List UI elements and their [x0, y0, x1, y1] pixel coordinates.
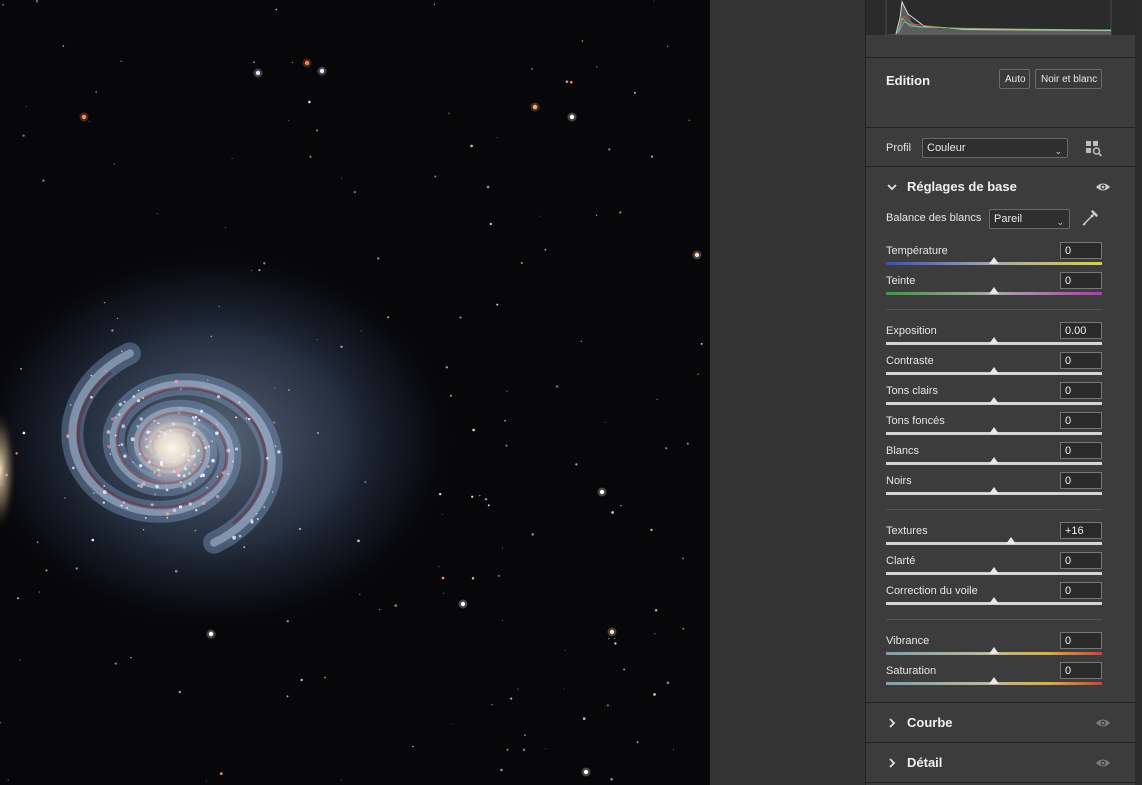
- slider-label: Blancs: [886, 445, 920, 457]
- eye-icon[interactable]: [1095, 717, 1111, 729]
- profile-select[interactable]: Couleur ⌄: [922, 138, 1068, 158]
- slider-teinte: Teinte 0: [886, 269, 1102, 299]
- slider-thumb[interactable]: [989, 457, 999, 464]
- photo-canvas[interactable]: [0, 0, 710, 785]
- slider-thumb[interactable]: [989, 367, 999, 374]
- slider-label: Température: [886, 245, 948, 257]
- edit-panel: Edition Auto Noir et blanc Profil Couleu…: [865, 0, 1142, 785]
- slider-label: Saturation: [886, 665, 937, 677]
- black-and-white-button[interactable]: Noir et blanc: [1035, 69, 1102, 89]
- slider-value-input[interactable]: 0: [1060, 412, 1102, 429]
- slider-thumb[interactable]: [989, 287, 999, 294]
- section-divider: [886, 509, 1102, 510]
- slider-tons-clairs: Tons clairs 0: [886, 379, 1102, 409]
- curve-section[interactable]: Courbe: [866, 703, 1136, 743]
- section-divider: [886, 309, 1102, 310]
- edit-section: Edition Auto Noir et blanc: [866, 57, 1136, 128]
- slider-label: Tons foncés: [886, 415, 945, 427]
- slider-thumb[interactable]: [989, 597, 999, 604]
- slider-value-input[interactable]: 0: [1060, 442, 1102, 459]
- basic-adjustments-title[interactable]: Réglages de base: [907, 179, 1017, 194]
- slider-thumb[interactable]: [989, 257, 999, 264]
- slider-label: Teinte: [886, 275, 916, 287]
- slider-thumb[interactable]: [989, 567, 999, 574]
- slider-label: Textures: [886, 525, 928, 537]
- profile-browser-icon[interactable]: [1085, 139, 1103, 157]
- slider-value-input[interactable]: 0: [1060, 242, 1102, 259]
- slider-value-input[interactable]: 0: [1060, 632, 1102, 649]
- slider-value-input[interactable]: 0.00: [1060, 322, 1102, 339]
- galaxy-photo: [0, 0, 710, 785]
- profile-label: Profil: [886, 142, 912, 154]
- slider-label: Noirs: [886, 475, 912, 487]
- slider-thumb[interactable]: [989, 397, 999, 404]
- white-balance-value: Pareil: [994, 213, 1023, 225]
- slider-value-input[interactable]: 0: [1060, 382, 1102, 399]
- curve-title[interactable]: Courbe: [907, 715, 953, 730]
- slider-value-input[interactable]: +16: [1060, 522, 1102, 539]
- slider-track[interactable]: [886, 542, 1102, 545]
- eye-icon[interactable]: [1095, 181, 1111, 193]
- chevron-down-icon[interactable]: [886, 181, 898, 193]
- slider-value-input[interactable]: 0: [1060, 352, 1102, 369]
- slider-clarte: Clarté 0: [886, 549, 1102, 579]
- slider-label: Vibrance: [886, 635, 930, 647]
- slider-thumb[interactable]: [989, 427, 999, 434]
- slider-thumb[interactable]: [1006, 537, 1017, 544]
- eye-icon[interactable]: [1095, 757, 1111, 769]
- slider-blancs: Blancs 0: [886, 439, 1102, 469]
- slider-value-input[interactable]: 0: [1060, 272, 1102, 289]
- slider-contraste: Contraste 0: [886, 349, 1102, 379]
- slider-correction-du-voile: Correction du voile 0: [886, 579, 1102, 609]
- slider-label: Tons clairs: [886, 385, 938, 397]
- slider-value-input[interactable]: 0: [1060, 472, 1102, 489]
- edit-title: Edition: [886, 73, 931, 88]
- chevron-right-icon[interactable]: [886, 757, 898, 769]
- histogram: [866, 0, 1136, 36]
- detail-section[interactable]: Détail: [866, 743, 1136, 783]
- slider-value-input[interactable]: 0: [1060, 552, 1102, 569]
- slider-thumb[interactable]: [989, 677, 999, 684]
- profile-select-value: Couleur: [927, 142, 966, 154]
- section-divider: [886, 619, 1102, 620]
- chevron-right-icon[interactable]: [886, 717, 898, 729]
- slider-label: Correction du voile: [886, 585, 978, 597]
- slider-thumb[interactable]: [989, 337, 999, 344]
- slider-label: Exposition: [886, 325, 937, 337]
- slider-noirs: Noirs 0: [886, 469, 1102, 499]
- slider-label: Contraste: [886, 355, 934, 367]
- profile-section: Profil Couleur ⌄: [866, 128, 1136, 167]
- slider-tons-fonces: Tons foncés 0: [886, 409, 1102, 439]
- slider-saturation: Saturation 0: [886, 659, 1102, 689]
- slider-value-input[interactable]: 0: [1060, 582, 1102, 599]
- panel-scrollbar[interactable]: [1135, 0, 1142, 785]
- white-balance-label: Balance des blancs: [886, 212, 982, 224]
- slider-textures: Textures +16: [886, 519, 1102, 549]
- slider-thumb[interactable]: [989, 647, 999, 654]
- canvas-gutter: [710, 0, 865, 785]
- white-balance-select[interactable]: Pareil ⌄: [989, 209, 1070, 229]
- histogram-info-strip: [866, 35, 1136, 58]
- eyedropper-icon[interactable]: [1080, 208, 1100, 228]
- slider-label: Clarté: [886, 555, 916, 567]
- chevron-down-icon: ⌄: [1056, 217, 1064, 227]
- slider-exposition: Exposition 0.00: [886, 319, 1102, 349]
- chevron-down-icon: ⌄: [1054, 146, 1062, 156]
- slider-temperature: Température 0: [886, 239, 1102, 269]
- basic-adjustments-section: Réglages de base Balance des blancs Pare…: [866, 167, 1136, 703]
- detail-title[interactable]: Détail: [907, 755, 942, 770]
- slider-vibrance: Vibrance 0: [886, 629, 1102, 659]
- slider-value-input[interactable]: 0: [1060, 662, 1102, 679]
- slider-thumb[interactable]: [989, 487, 999, 494]
- auto-button[interactable]: Auto: [999, 69, 1030, 89]
